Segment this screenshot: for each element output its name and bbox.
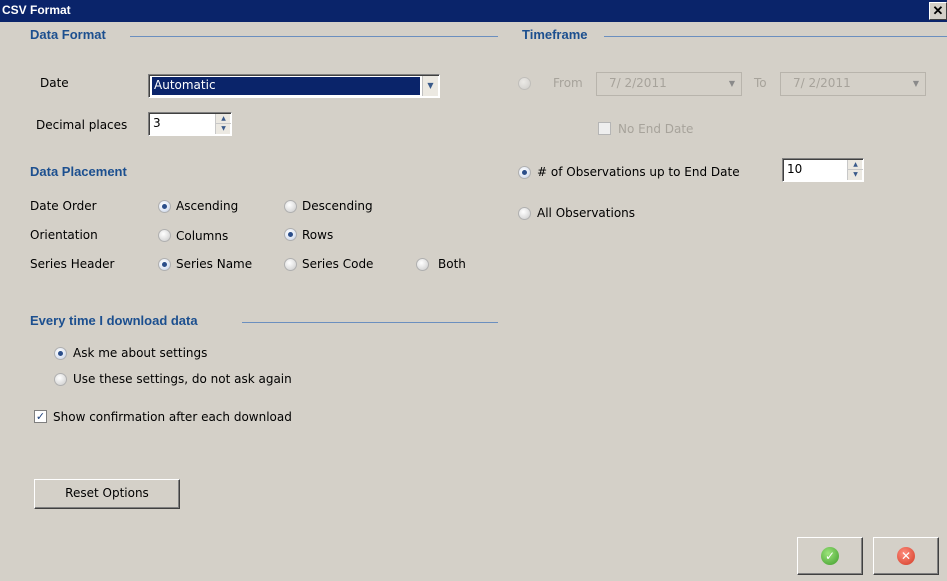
chevron-down-icon[interactable]: ▼ [724, 74, 740, 94]
spin-down-icon[interactable]: ▼ [848, 170, 863, 180]
decimal-places-stepper[interactable]: 3 ▲ ▼ [148, 112, 232, 136]
observations-label: # of Observations up to End Date [537, 165, 740, 179]
cancel-button[interactable]: ✕ [873, 537, 939, 575]
no-end-date-checkbox[interactable] [598, 122, 611, 135]
download-settings-divider [242, 322, 498, 323]
series-name-label: Series Name [176, 257, 253, 271]
ascending-label: Ascending [176, 199, 239, 213]
close-icon[interactable]: ✕ [929, 2, 947, 20]
both-label: Both [438, 257, 466, 271]
series-code-label: Series Code [302, 257, 374, 271]
observations-radio[interactable] [518, 166, 531, 179]
from-radio[interactable] [518, 77, 531, 90]
title-bar: CSV Format ✕ [0, 0, 947, 22]
series-name-radio[interactable] [158, 258, 171, 271]
observations-stepper[interactable]: 10 ▲ ▼ [782, 158, 864, 182]
both-radio[interactable] [416, 258, 429, 271]
to-label: To [754, 76, 767, 90]
descending-label: Descending [302, 199, 373, 213]
date-format-value: Automatic [152, 77, 420, 95]
to-date-value: 7/ 2/2011 [793, 76, 851, 90]
ascending-radio[interactable] [158, 200, 171, 213]
chevron-down-icon[interactable]: ▼ [908, 74, 924, 94]
rows-label: Rows [302, 228, 334, 242]
from-date-value: 7/ 2/2011 [609, 76, 667, 90]
show-confirmation-label: Show confirmation after each download [53, 410, 292, 424]
window-title: CSV Format [2, 3, 71, 17]
ask-settings-label: Ask me about settings [73, 346, 208, 360]
timeframe-divider [604, 36, 947, 37]
stepper-buttons: ▲ ▼ [847, 160, 863, 180]
all-observations-label: All Observations [537, 206, 636, 220]
to-date-select[interactable]: 7/ 2/2011 ▼ [780, 72, 926, 96]
date-label: Date [40, 76, 69, 90]
chevron-down-icon[interactable]: ▼ [422, 76, 438, 96]
download-settings-title: Every time I download data [30, 313, 198, 328]
from-date-select[interactable]: 7/ 2/2011 ▼ [596, 72, 742, 96]
timeframe-title: Timeframe [522, 27, 588, 42]
use-settings-label: Use these settings, do not ask again [73, 372, 292, 386]
date-order-label: Date Order [30, 199, 97, 213]
descending-radio[interactable] [284, 200, 297, 213]
ask-settings-radio[interactable] [54, 347, 67, 360]
observations-value: 10 [787, 162, 803, 176]
columns-radio[interactable] [158, 229, 171, 242]
spin-down-icon[interactable]: ▼ [216, 124, 231, 134]
columns-label: Columns [176, 229, 229, 243]
cancel-icon: ✕ [897, 547, 915, 565]
orientation-label: Orientation [30, 228, 98, 242]
data-format-title: Data Format [30, 27, 106, 42]
from-label: From [553, 76, 583, 90]
series-code-radio[interactable] [284, 258, 297, 271]
series-header-label: Series Header [30, 257, 115, 271]
use-settings-radio[interactable] [54, 373, 67, 386]
all-observations-radio[interactable] [518, 207, 531, 220]
no-end-date-label: No End Date [618, 122, 694, 136]
decimal-places-label: Decimal places [36, 118, 128, 132]
date-format-select[interactable]: Automatic ▼ [148, 74, 440, 98]
rows-radio[interactable] [284, 228, 297, 241]
spin-up-icon[interactable]: ▲ [848, 160, 863, 170]
reset-options-button[interactable]: Reset Options [34, 479, 180, 509]
decimal-places-value: 3 [153, 116, 161, 130]
stepper-buttons: ▲ ▼ [215, 114, 231, 134]
show-confirmation-checkbox[interactable]: ✓ [34, 410, 47, 423]
checkmark-icon: ✓ [821, 547, 839, 565]
spin-up-icon[interactable]: ▲ [216, 114, 231, 124]
data-placement-title: Data Placement [30, 164, 127, 179]
data-format-divider [130, 36, 498, 37]
ok-button[interactable]: ✓ [797, 537, 863, 575]
